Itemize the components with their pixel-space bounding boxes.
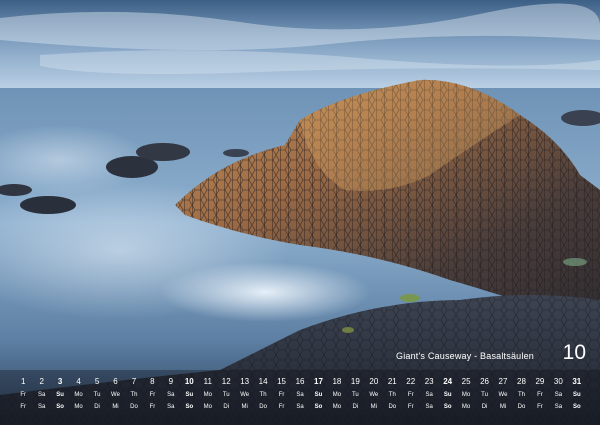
calendar-weekday-en: Th xyxy=(259,392,267,398)
calendar-day: 21 xyxy=(387,377,397,386)
calendar-weekday-de: Mo xyxy=(332,404,342,410)
calendar-day: 25 xyxy=(461,377,471,386)
calendar-weekday-de: Fr xyxy=(278,404,285,410)
calendar-weekday-de: Mi xyxy=(370,404,377,410)
calendar-weekday-de: Do xyxy=(130,404,138,410)
calendar-day: 2 xyxy=(39,377,44,386)
calendar-day: 22 xyxy=(406,377,416,386)
calendar-weekday-en: Th xyxy=(388,392,396,398)
calendar-weekday-de: So xyxy=(443,404,452,410)
month-number: 10 xyxy=(562,341,586,364)
calendar-weekday-de: Mi xyxy=(241,404,248,410)
calendar-weekday-de: Di xyxy=(94,404,100,410)
calendar-weekday-de: Fr xyxy=(537,404,543,410)
landscape-photo xyxy=(0,0,600,425)
calendar-weekday-en: Fr xyxy=(537,392,543,398)
calendar-day: 3 xyxy=(57,377,63,386)
calendar-day: 8 xyxy=(150,377,155,386)
calendar-weekday-en: Fr xyxy=(407,392,414,398)
calendar-weekday-en: Su xyxy=(314,392,323,398)
calendar-weekday-en: Sa xyxy=(38,392,46,398)
calendar-day: 19 xyxy=(350,377,360,386)
calendar-weekday-en: Tu xyxy=(222,392,230,398)
calendar-day: 20 xyxy=(369,377,379,386)
calendar-weekday-de: Mo xyxy=(461,404,471,410)
calendar-weekday-de: Mo xyxy=(203,404,212,410)
calendar-weekday-de: So xyxy=(185,404,194,410)
calendar-day: 10 xyxy=(184,377,194,386)
calendar-weekdays-de-row: Fr Sa So Mo Di Mi Do Fr Sa So Mo Di Mi Do Fr Sa So Mo Di Mi… xyxy=(14,404,586,410)
calendar-day: 16 xyxy=(295,377,305,386)
calendar-weekday-en: Mo xyxy=(74,392,83,398)
calendar-weekday-en: Tu xyxy=(351,392,359,398)
calendar-weekday-en: We xyxy=(498,392,508,398)
calendar-weekday-en: Sa xyxy=(296,392,304,398)
calendar-weekday-en: Tu xyxy=(481,392,488,398)
calendar-weekday-de: Sa xyxy=(554,404,563,410)
calendar-weekday-de: Fr xyxy=(407,404,414,410)
calendar-weekday-en: Mo xyxy=(203,392,212,398)
calendar-weekday-en: Fr xyxy=(278,392,285,398)
calendar-weekday-de: Do xyxy=(517,404,526,410)
calendar-weekday-en: Sa xyxy=(425,392,433,398)
calendar-day: 17 xyxy=(314,377,323,386)
calendar-weekday-de: So xyxy=(572,404,581,410)
calendar-weekday-de: Mo xyxy=(74,404,83,410)
calendar-day: 4 xyxy=(76,377,81,386)
calendar-day: 26 xyxy=(480,377,489,386)
photo-caption: Giant's Causeway - Basaltsäulen xyxy=(396,351,534,361)
calendar-day: 24 xyxy=(443,377,453,386)
calendar-day: 1 xyxy=(21,377,26,386)
calendar-weekday-en: Su xyxy=(56,392,64,398)
calendar-day: 18 xyxy=(332,377,342,386)
calendar-weekday-en: Fr xyxy=(20,392,27,398)
calendar-day: 29 xyxy=(535,377,545,386)
calendar-day: 5 xyxy=(94,377,100,386)
calendar-weekday-en: Su xyxy=(185,392,194,398)
calendar-day: 28 xyxy=(517,377,526,386)
calendar-day: 13 xyxy=(240,377,250,386)
calendar-weekday-en: We xyxy=(369,392,379,398)
calendar-day: 7 xyxy=(131,377,137,386)
calendar-day: 23 xyxy=(424,377,434,386)
calendar-weekday-en: Sa xyxy=(167,392,175,398)
calendar-weekday-de: Di xyxy=(223,404,230,410)
calendar-day: 15 xyxy=(277,377,287,386)
calendar-weekdays-en-row: Fr Sa Su Mo Tu We Th Fr Sa Su Mo Tu We Th Fr Sa Su Mo Tu We… xyxy=(14,392,586,398)
calendar-weekday-de: Mi xyxy=(112,404,119,410)
calendar-weekday-de: Fr xyxy=(20,404,27,410)
calendar-dates-row: 1 2 3 4 5 6 7 8 9 10 11 12 13 14 15 16 17 18 19 20 21 22 23 24 2… xyxy=(14,377,586,386)
calendar-weekday-en: We xyxy=(240,392,250,398)
calendar-weekday-en: Th xyxy=(517,392,525,398)
calendar-weekday-de: Di xyxy=(481,404,488,410)
calendar-weekday-de: Sa xyxy=(167,404,175,410)
calendar-weekday-de: So xyxy=(314,404,323,410)
calendar-weekday-de: Sa xyxy=(296,404,304,410)
calendar-day: 9 xyxy=(168,377,174,386)
calendar-weekday-en: Su xyxy=(443,392,452,398)
calendar-weekday-en: Mo xyxy=(461,392,471,398)
calendar-weekday-en: Mo xyxy=(332,392,342,398)
calendar-weekday-en: Su xyxy=(572,392,581,398)
calendar-day: 14 xyxy=(258,377,268,386)
calendar-weekday-de: Fr xyxy=(149,404,156,410)
calendar-day: 12 xyxy=(221,377,231,386)
calendar-weekday-en: Sa xyxy=(554,392,563,398)
calendar-weekday-de: Do xyxy=(259,404,267,410)
calendar-weekday-de: Mi xyxy=(499,404,507,410)
calendar-weekday-de: Sa xyxy=(38,404,46,410)
calendar-weekday-de: So xyxy=(56,404,64,410)
calendar-weekday-en: Tu xyxy=(93,392,101,398)
calendar-weekday-en: Th xyxy=(130,392,138,398)
calendar-weekday-de: Di xyxy=(352,404,359,410)
calendar-weekday-en: Fr xyxy=(149,392,156,398)
calendar-day: 11 xyxy=(203,377,212,386)
calendar-weekday-de: Sa xyxy=(425,404,433,410)
calendar-weekday-en: We xyxy=(111,392,120,398)
calendar-day: 31 xyxy=(572,377,582,386)
calendar-day: 30 xyxy=(553,377,563,386)
calendar-day: 6 xyxy=(113,377,118,386)
calendar-day: 27 xyxy=(498,377,508,386)
calendar-weekday-de: Do xyxy=(388,404,397,410)
